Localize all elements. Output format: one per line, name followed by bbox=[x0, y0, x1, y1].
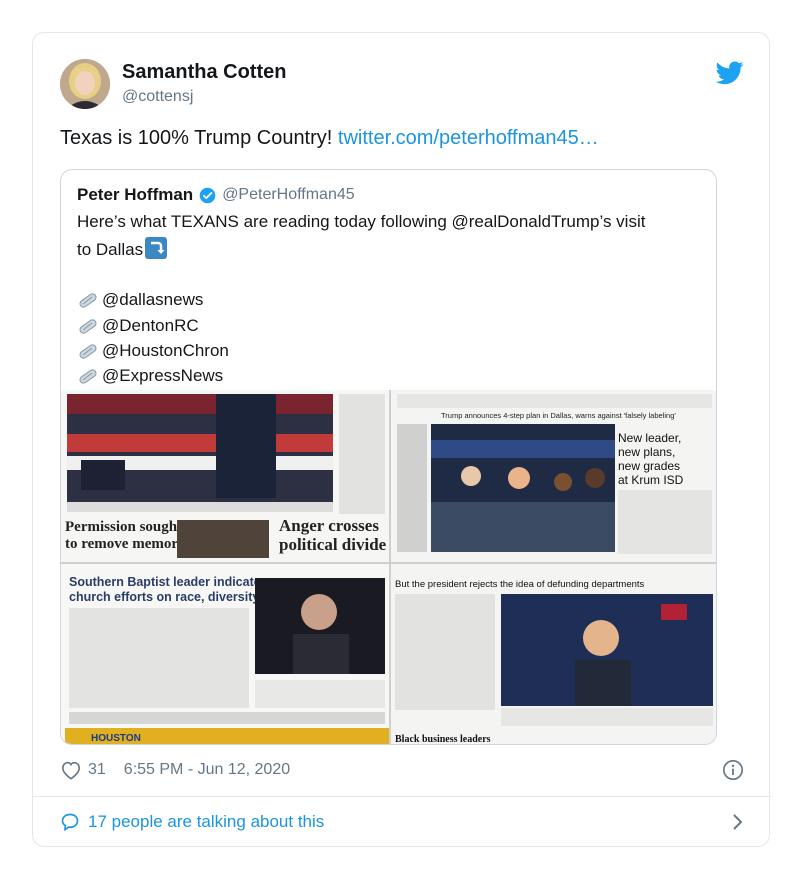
mention-row-4: @ExpressNews bbox=[77, 365, 223, 387]
mention-link[interactable]: @HoustonChron bbox=[102, 341, 229, 361]
chevron-right-icon[interactable] bbox=[732, 813, 744, 831]
tweet-link[interactable]: twitter.com/peterhoffman45… bbox=[338, 127, 599, 149]
paper4-bottom-headline: Black business leaders bbox=[395, 734, 491, 745]
quoted-tweet[interactable]: Peter Hoffman @PeterHoffman45 Here’s wha… bbox=[60, 169, 717, 745]
tweet-text: Texas is 100% Trump Country! twitter.com… bbox=[60, 127, 599, 150]
paper1-headline-left-2: to remove memorial bbox=[65, 536, 194, 552]
mention-row-1: @dallasnews bbox=[77, 289, 203, 311]
footer-divider bbox=[33, 796, 771, 797]
verified-icon bbox=[199, 187, 216, 203]
paper1-headline-right-2: political divide bbox=[279, 535, 387, 554]
newspaper-page-1: Permission sought to remove memorial Ang… bbox=[61, 390, 389, 562]
conversation-text[interactable]: 17 people are talking about this bbox=[88, 812, 324, 832]
mention-row-2: @DentonRC bbox=[77, 315, 199, 337]
heart-icon[interactable] bbox=[60, 760, 82, 780]
mention-link[interactable]: @dallasnews bbox=[102, 290, 203, 310]
newspaper-page-2: Trump announces 4-step plan in Dallas, w… bbox=[391, 390, 716, 562]
conversation-link[interactable]: 17 people are talking about this bbox=[60, 809, 744, 835]
info-icon[interactable] bbox=[722, 759, 744, 781]
rolled-newspaper-icon bbox=[79, 293, 97, 308]
paper3-headline-1: Southern Baptist leader indicates bbox=[69, 575, 268, 589]
tweet-card[interactable]: Samantha Cotten @cottensj Texas is 100% … bbox=[32, 32, 771, 847]
paper2-side-headline-4: at Krum ISD bbox=[618, 473, 684, 487]
author-avatar[interactable] bbox=[60, 59, 110, 109]
author-handle[interactable]: @cottensj bbox=[122, 88, 193, 106]
paper3-headline-2: church efforts on race, diversity bbox=[69, 590, 259, 604]
speech-bubble-icon bbox=[61, 813, 79, 832]
quoted-author-name[interactable]: Peter Hoffman bbox=[77, 185, 193, 205]
paper2-banner: Trump announces 4-step plan in Dallas, w… bbox=[441, 411, 676, 420]
paper2-side-headline-1: New leader, bbox=[618, 431, 681, 445]
tweet-body: Texas is 100% Trump Country! bbox=[60, 127, 338, 149]
paper4-headline: But the president rejects the idea of de… bbox=[395, 579, 645, 590]
paper3-bottom-banner: HOUSTON bbox=[91, 733, 141, 744]
paper2-side-headline-2: new plans, bbox=[618, 445, 675, 459]
quoted-text-dallas: to Dallas bbox=[77, 240, 144, 259]
newspaper-front-pages-image[interactable]: Permission sought to remove memorial Ang… bbox=[61, 390, 717, 745]
mention-link[interactable]: @ExpressNews bbox=[102, 366, 223, 386]
quoted-text-line-1: Here’s what TEXANS are reading today fol… bbox=[77, 212, 646, 231]
quoted-tweet-header: Peter Hoffman @PeterHoffman45 bbox=[77, 184, 355, 206]
author-name[interactable]: Samantha Cotten bbox=[122, 61, 286, 84]
newspaper-page-3: Southern Baptist leader indicates church… bbox=[61, 564, 389, 744]
rolled-newspaper-icon bbox=[79, 344, 97, 359]
quoted-text-line-2: to Dallas bbox=[77, 237, 168, 260]
newspaper-page-4: But the president rejects the idea of de… bbox=[391, 564, 716, 745]
like-count[interactable]: 31 bbox=[88, 761, 106, 779]
mention-link[interactable]: @DentonRC bbox=[102, 316, 199, 336]
tweet-timestamp[interactable]: 6:55 PM - Jun 12, 2020 bbox=[124, 761, 290, 779]
right-arrow-curving-down-icon bbox=[145, 237, 168, 259]
rolled-newspaper-icon bbox=[79, 319, 97, 334]
rolled-newspaper-icon bbox=[79, 369, 97, 384]
mention-row-3: @HoustonChron bbox=[77, 340, 229, 362]
quoted-author-handle[interactable]: @PeterHoffman45 bbox=[222, 186, 354, 204]
paper2-side-headline-3: new grades bbox=[618, 459, 680, 473]
paper1-headline-left-1: Permission sought bbox=[65, 519, 182, 535]
tweet-footer: 31 6:55 PM - Jun 12, 2020 bbox=[60, 757, 744, 783]
twitter-bird-icon[interactable] bbox=[716, 61, 744, 85]
paper1-headline-right-1: Anger crosses bbox=[279, 516, 379, 535]
